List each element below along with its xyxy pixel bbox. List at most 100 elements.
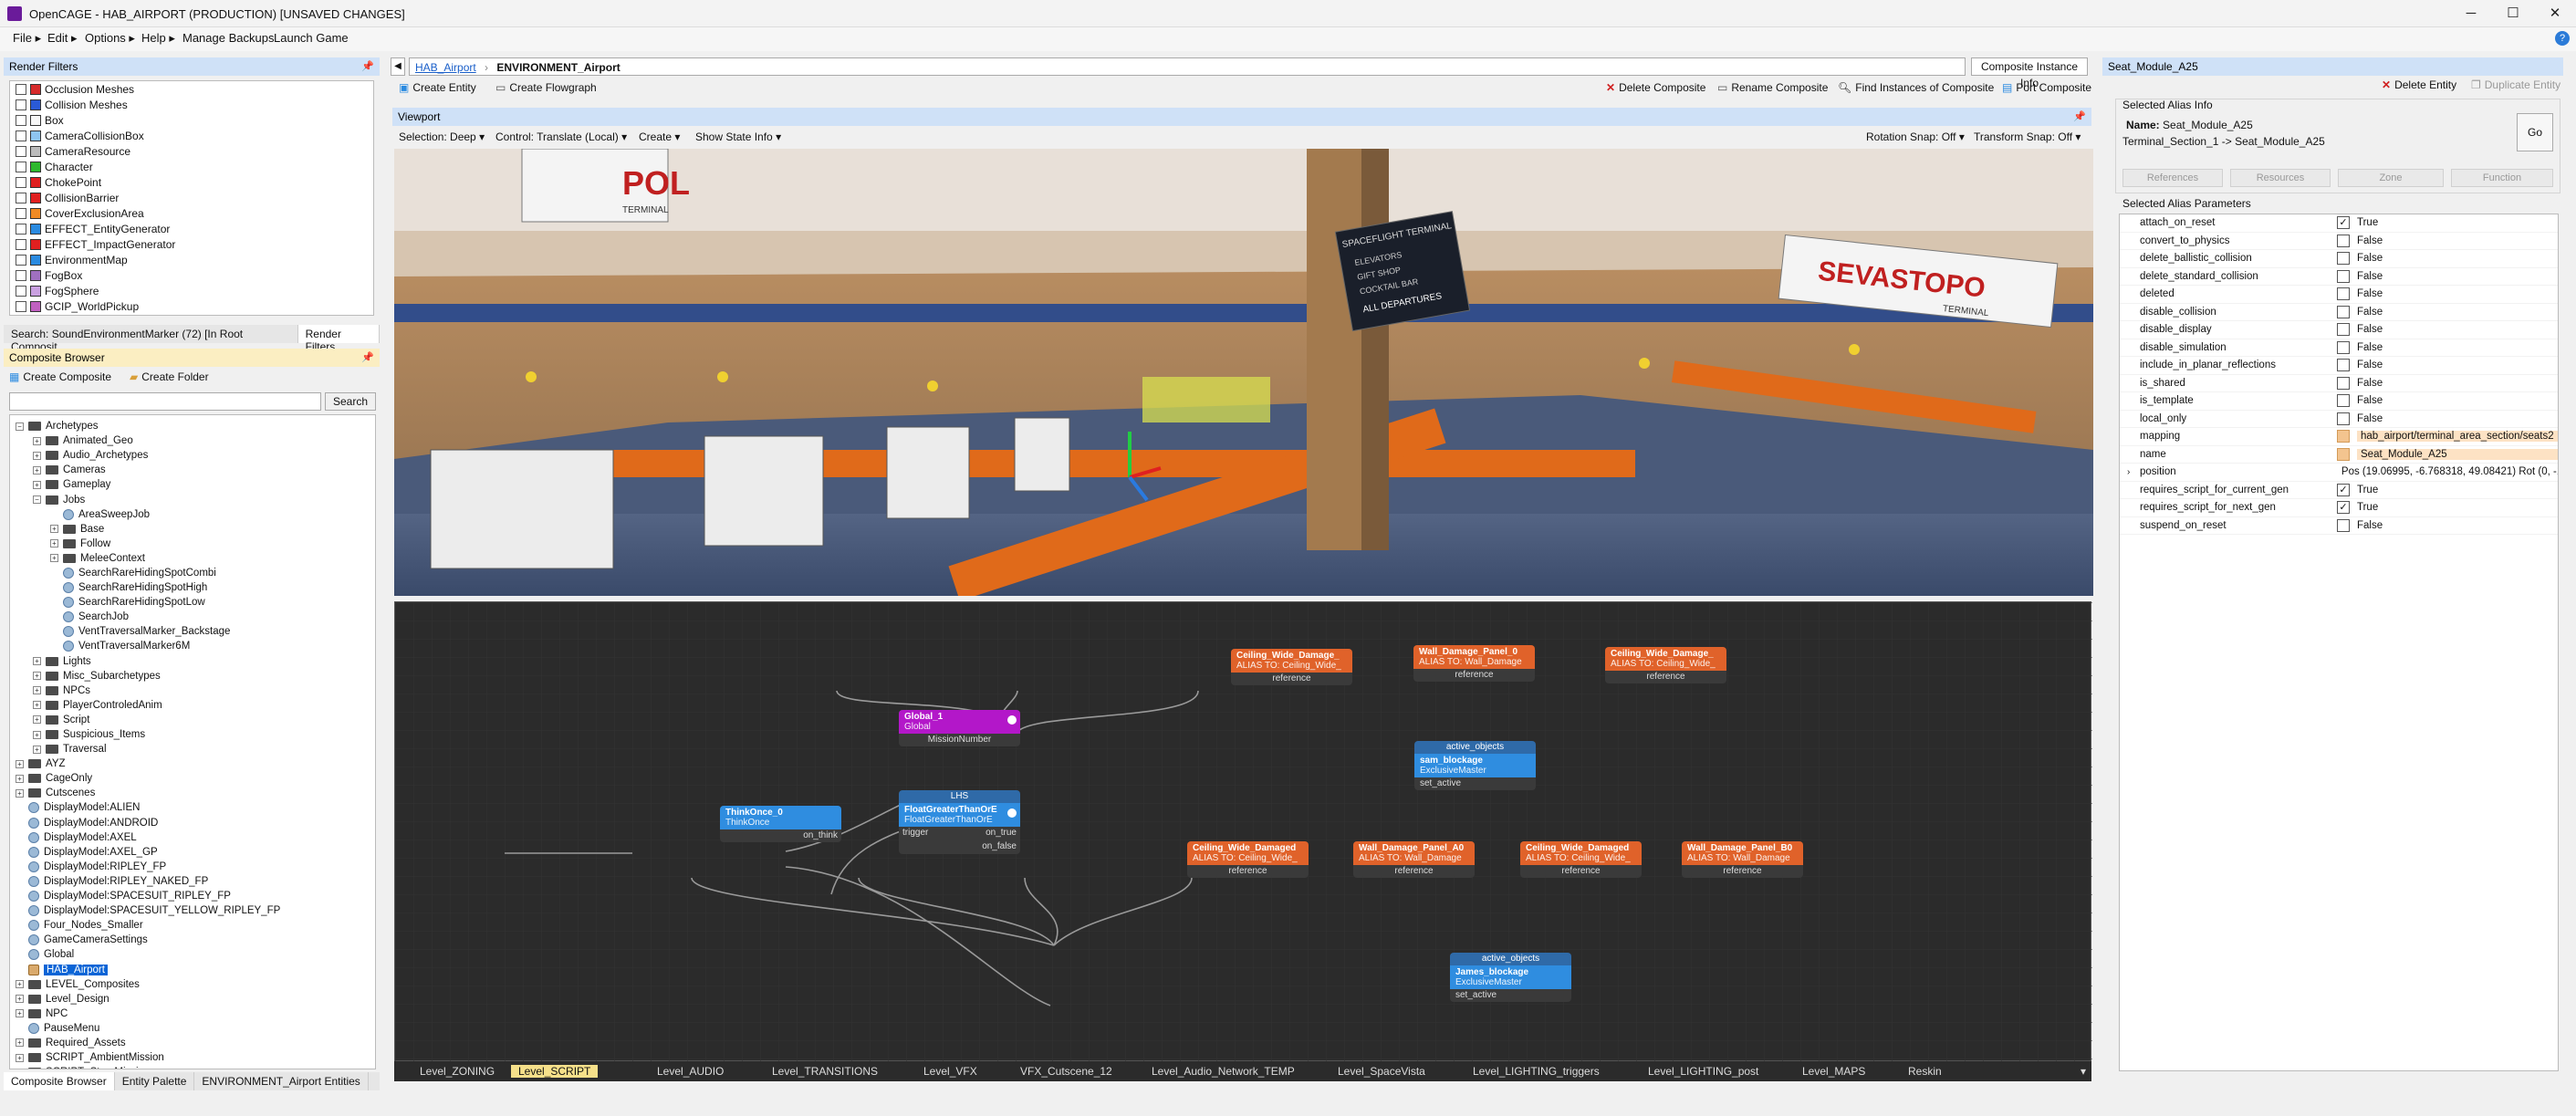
param-value[interactable]: False (2357, 253, 2383, 264)
render-filter-item[interactable]: CameraResource (10, 143, 373, 159)
param-row[interactable]: name Seat_Module_A25 (2120, 446, 2558, 464)
param-row[interactable]: is_shared False (2120, 375, 2558, 392)
tree-item[interactable]: − Archetypes (10, 419, 375, 433)
param-value[interactable]: False (2357, 307, 2383, 318)
expand-icon[interactable]: + (16, 995, 24, 1004)
param-row[interactable]: include_in_planar_reflections False (2120, 357, 2558, 375)
pin-icon[interactable]: 📌 (361, 60, 374, 72)
param-row[interactable]: local_only False (2120, 411, 2558, 428)
param-checkbox[interactable] (2337, 252, 2350, 266)
param-value[interactable]: Seat_Module_A25 (2357, 448, 2558, 460)
go-button[interactable]: Go (2517, 113, 2553, 151)
param-row[interactable]: requires_script_for_current_gen ✓ True (2120, 482, 2558, 499)
tree-item[interactable]: − Jobs (10, 492, 375, 506)
param-value[interactable]: False (2357, 520, 2383, 531)
flowgraph-canvas[interactable]: Ceiling_Wide_Damage_ ALIAS TO: Ceiling_Wi… (394, 601, 2092, 1062)
render-filter-item[interactable]: EnvironmentMap (10, 252, 373, 267)
tab-entity-palette[interactable]: Entity Palette (115, 1072, 195, 1090)
close-button[interactable]: ✕ (2534, 0, 2576, 27)
flowgraph-node[interactable]: Ceiling_Wide_Damage_ ALIAS TO: Ceiling_Wi… (1605, 647, 1726, 683)
tree-item[interactable]: SearchJob (10, 610, 375, 624)
menu-help[interactable]: Help ▸ (141, 31, 175, 46)
tree-item[interactable]: + AYZ (10, 756, 375, 771)
param-value[interactable]: False (2357, 324, 2383, 335)
tree-item[interactable]: + Cameras (10, 463, 375, 477)
tree-item[interactable]: + Lights (10, 654, 375, 669)
tree-item[interactable]: SearchRareHidingSpotLow (10, 595, 375, 610)
param-value[interactable]: True (2357, 217, 2378, 228)
param-edit-swatch[interactable] (2337, 447, 2350, 461)
tab-composite-browser[interactable]: Composite Browser (4, 1072, 115, 1090)
level-tab[interactable]: VFX_Cutscene_12 (1020, 1065, 1112, 1078)
tree-item[interactable]: HAB_Airport (10, 962, 375, 976)
param-value[interactable]: False (2357, 342, 2383, 353)
node-top-pin[interactable]: active_objects (1414, 741, 1536, 754)
tree-item[interactable]: + Misc_Subarchetypes (10, 669, 375, 683)
param-checkbox[interactable] (2337, 394, 2350, 408)
help-icon[interactable]: ? (2555, 31, 2570, 46)
tree-item[interactable]: DisplayModel:ALIEN (10, 800, 375, 815)
menu-options[interactable]: Options ▸ (85, 31, 135, 46)
param-row[interactable]: delete_ballistic_collision False (2120, 250, 2558, 268)
tree-item[interactable]: + Gameplay (10, 477, 375, 492)
param-row[interactable]: deleted False (2120, 286, 2558, 304)
filter-checkbox[interactable] (16, 254, 26, 266)
expand-icon[interactable]: + (16, 774, 24, 783)
param-value[interactable]: False (2357, 413, 2383, 424)
param-checkbox[interactable] (2337, 287, 2350, 301)
flowgraph-node[interactable]: ThinkOnce_0 ThinkOnce on_think (720, 806, 841, 842)
tree-item[interactable]: VentTraversalMarker_Backstage (10, 624, 375, 639)
render-filter-item[interactable]: GCIP_WorldPickup (10, 298, 373, 314)
tree-item[interactable]: +SCRIPT_StoryMission (10, 1065, 375, 1069)
node-info-icon[interactable] (1007, 715, 1017, 725)
node-top-pin[interactable]: LHS (899, 790, 1020, 803)
tree-item[interactable]: + Suspicious_Items (10, 727, 375, 742)
rotation-snap-dropdown[interactable]: Rotation Snap: Off ▾ (1866, 130, 1965, 143)
level-tab[interactable]: Reskin (1908, 1065, 1942, 1078)
menu-file[interactable]: File ▸ (13, 31, 41, 46)
param-checkbox[interactable] (2337, 323, 2350, 337)
flowgraph-node[interactable]: Wall_Damage_Panel_0 ALIAS TO: Wall_Damage… (1413, 645, 1535, 682)
expand-icon[interactable]: + (33, 451, 41, 460)
param-value[interactable]: hab_airport/terminal_area_section/seats2 (2357, 431, 2558, 443)
node-pin[interactable]: on_false (982, 840, 1017, 853)
collapse-icon[interactable]: − (33, 495, 41, 505)
filter-checkbox[interactable] (16, 176, 26, 188)
rename-composite-button[interactable]: ▭ Rename Composite (1717, 81, 1828, 94)
zone-button[interactable]: Zone (2338, 169, 2444, 187)
expand-icon[interactable]: + (33, 672, 41, 681)
create-composite-button[interactable]: ▦ Create Composite (9, 370, 111, 383)
level-tab[interactable]: Level_VFX (923, 1065, 977, 1078)
param-row[interactable]: disable_display False (2120, 321, 2558, 339)
param-row[interactable]: attach_on_reset ✓ True (2120, 214, 2558, 233)
param-value[interactable]: False (2357, 271, 2383, 282)
param-row[interactable]: requires_script_for_next_gen ✓ True (2120, 499, 2558, 517)
expand-icon[interactable]: + (33, 730, 41, 739)
flowgraph-node[interactable]: active_objects sam_blockage ExclusiveMaste… (1414, 741, 1536, 790)
tree-item[interactable]: DisplayModel:AXEL_GP (10, 845, 375, 860)
tree-item[interactable]: + MeleeContext (10, 551, 375, 566)
delete-entity-button[interactable]: ✕ Delete Entity (2382, 78, 2456, 91)
level-tab[interactable]: Level_Audio_Network_TEMP (1152, 1065, 1295, 1078)
selection-dropdown[interactable]: Selection: Deep ▾ (399, 130, 485, 143)
filter-checkbox[interactable] (16, 223, 26, 235)
node-pin[interactable]: reference (1413, 669, 1535, 682)
node-pin[interactable]: set_active (1450, 989, 1571, 1002)
param-checkbox[interactable] (2337, 412, 2350, 425)
node-pin[interactable]: reference (1520, 865, 1642, 878)
expand-icon[interactable]: + (50, 539, 58, 548)
param-value[interactable]: Pos (19.06995, -6.768318, 49.08421) Rot … (2341, 466, 2558, 477)
param-checkbox[interactable]: ✓ (2337, 501, 2350, 515)
level-tab[interactable]: Level_LIGHTING_post (1648, 1065, 1758, 1078)
node-pin[interactable]: reference (1231, 673, 1352, 685)
flowgraph-node[interactable]: Ceiling_Wide_Damage_ ALIAS TO: Ceiling_Wi… (1231, 649, 1352, 685)
node-pin[interactable]: reference (1353, 865, 1475, 878)
tree-item[interactable]: + Base (10, 522, 375, 537)
delete-composite-button[interactable]: ✕ Delete Composite (1606, 81, 1705, 94)
render-filter-item[interactable]: CoverExclusionArea (10, 205, 373, 221)
render-filter-item[interactable]: FogBox (10, 267, 373, 283)
tab-render-filters[interactable]: Render Filters (297, 325, 380, 353)
tree-item[interactable]: PauseMenu (10, 1021, 375, 1036)
create-entity-button[interactable]: ▣ Create Entity (399, 81, 476, 94)
node-pin[interactable]: MissionNumber (899, 734, 1020, 746)
